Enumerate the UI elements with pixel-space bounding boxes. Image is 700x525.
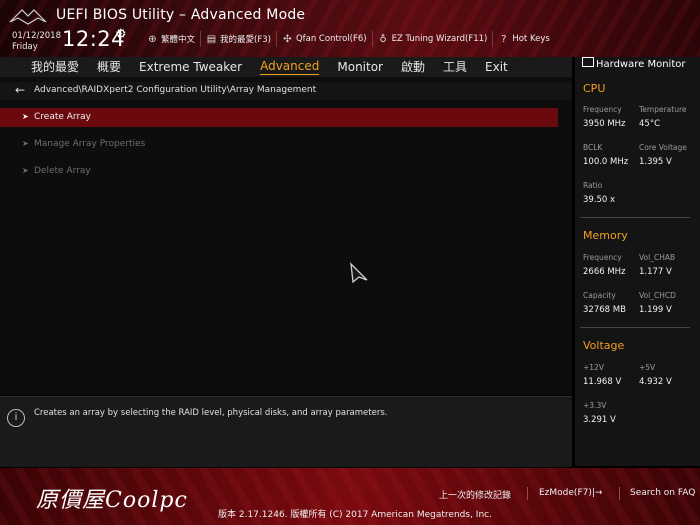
main-tabs: 我的最愛 概要 Extreme Tweaker Advanced Monitor… <box>0 57 572 77</box>
footer-divider <box>527 487 528 500</box>
tab-main[interactable]: 概要 <box>97 58 121 76</box>
tab-exit[interactable]: Exit <box>485 60 508 75</box>
ratio-label: Ratio <box>583 181 603 190</box>
ratio-value: 39.50 x <box>583 195 616 205</box>
hardware-monitor-title: Hardware Monitor <box>575 57 700 71</box>
ez-tuning-wizard-button[interactable]: ♁ EZ Tuning Wizard(F11) <box>371 31 493 47</box>
help-bar: i Creates an array by selecting the RAID… <box>0 396 572 467</box>
tab-monitor[interactable]: Monitor <box>337 60 383 75</box>
bclk-value: 100.0 MHz <box>583 157 629 167</box>
day-text: Friday <box>12 42 38 52</box>
tab-boot[interactable]: 啟動 <box>401 58 425 76</box>
menu-item-create-array[interactable]: ➤ Create Array <box>0 108 558 127</box>
info-icon: i <box>7 409 25 427</box>
v12-label: +12V <box>583 363 604 372</box>
fan-icon: ✣ <box>283 33 292 45</box>
gear-icon[interactable]: ⚙ <box>115 27 127 42</box>
date-text: 01/12/2018 <box>12 31 61 41</box>
question-icon: ? <box>501 33 507 45</box>
vol-chab-value: 1.177 V <box>639 267 672 277</box>
cpu-frequency-value: 3950 MHz <box>583 119 626 129</box>
cpu-heading: CPU <box>583 82 606 95</box>
core-voltage-value: 1.395 V <box>639 157 672 167</box>
chevron-right-icon: ➤ <box>22 139 29 148</box>
menu-item-label: Manage Array Properties <box>34 139 146 149</box>
v33-label: +3.3V <box>583 401 607 410</box>
ezmode-button[interactable]: EzMode(F7)|→ <box>539 488 602 498</box>
language-label: 繁體中文 <box>161 35 196 45</box>
hot-keys-label: Hot Keys <box>512 34 550 44</box>
tab-advanced[interactable]: Advanced <box>260 59 320 75</box>
cpu-temperature-value: 45°C <box>639 119 661 129</box>
v33-value: 3.291 V <box>583 415 616 425</box>
vol-chcd-value: 1.199 V <box>639 305 672 315</box>
v5-label: +5V <box>639 363 656 372</box>
bottom-footer: 原價屋Coolpc 上一次的修改記錄 EzMode(F7)|→ Search o… <box>0 468 700 525</box>
vol-chab-label: Vol_CHAB <box>639 253 676 262</box>
bclk-label: BCLK <box>583 143 603 152</box>
core-voltage-label: Core Voltage <box>639 143 687 152</box>
qfan-control-button[interactable]: ✣ Qfan Control(F6) <box>275 31 372 47</box>
hardware-monitor-panel: Hardware Monitor CPU Frequency 3950 MHz … <box>575 57 700 466</box>
hot-keys-button[interactable]: ? Hot Keys <box>492 31 554 47</box>
footer-divider <box>619 487 620 500</box>
memory-frequency-value: 2666 MHz <box>583 267 626 277</box>
qfan-label: Qfan Control(F6) <box>295 34 367 44</box>
breadcrumb-path: Advanced\RAIDXpert2 Configuration Utilit… <box>34 85 317 95</box>
menu-item-label: Create Array <box>34 112 92 122</box>
hw-divider <box>580 217 690 218</box>
app-title: UEFI BIOS Utility – Advanced Mode <box>56 7 306 23</box>
globe-icon: ⊕ <box>148 33 157 45</box>
ez-tuning-label: EZ Tuning Wizard(F11) <box>391 34 488 44</box>
last-modified-button[interactable]: 上一次的修改記錄 <box>439 488 511 501</box>
date-display[interactable]: 01/12/2018 Friday <box>12 31 61 53</box>
v5-value: 4.932 V <box>639 377 672 387</box>
search-faq-button[interactable]: Search on FAQ <box>630 488 695 498</box>
hardware-monitor-label: Hardware Monitor <box>596 59 686 70</box>
back-arrow-icon[interactable]: ← <box>15 83 25 97</box>
v12-value: 11.968 V <box>583 377 622 387</box>
bulb-icon: ♁ <box>379 33 387 45</box>
main-panel: 我的最愛 概要 Extreme Tweaker Advanced Monitor… <box>0 57 572 395</box>
tab-tool[interactable]: 工具 <box>443 58 467 76</box>
chevron-right-icon: ➤ <box>22 112 29 121</box>
help-text: Creates an array by selecting the RAID l… <box>34 408 388 418</box>
version-text: 版本 2.17.1246. 版權所有 (C) 2017 American Meg… <box>218 510 492 520</box>
breadcrumb: ← Advanced\RAIDXpert2 Configuration Util… <box>0 82 572 100</box>
cpu-temperature-label: Temperature <box>639 105 687 114</box>
vol-chcd-label: Vol_CHCD <box>639 291 676 300</box>
chevron-right-icon: ➤ <box>22 166 29 175</box>
hw-divider <box>580 327 690 328</box>
voltage-heading: Voltage <box>583 339 625 352</box>
menu-item-label: Delete Array <box>34 166 91 176</box>
cpu-frequency-label: Frequency <box>583 105 622 114</box>
favorites-button[interactable]: ▤ 我的最愛(F3) <box>200 31 276 47</box>
menu-item-delete-array[interactable]: ➤ Delete Array <box>0 162 558 181</box>
mouse-cursor-icon <box>350 262 368 284</box>
capacity-label: Capacity <box>583 291 616 300</box>
favorites-label: 我的最愛(F3) <box>220 35 271 45</box>
tab-extreme-tweaker[interactable]: Extreme Tweaker <box>139 60 242 75</box>
top-header: UEFI BIOS Utility – Advanced Mode 01/12/… <box>0 0 700 57</box>
memory-heading: Memory <box>583 229 628 242</box>
capacity-value: 32768 MB <box>583 305 626 315</box>
memory-frequency-label: Frequency <box>583 253 622 262</box>
monitor-icon <box>582 57 594 67</box>
language-button[interactable]: ⊕ 繁體中文 <box>142 31 200 47</box>
coolpc-watermark: 原價屋Coolpc <box>36 488 188 513</box>
header-toolbar: ⊕ 繁體中文 ▤ 我的最愛(F3) ✣ Qfan Control(F6) ♁ E… <box>142 31 555 47</box>
tab-favorites[interactable]: 我的最愛 <box>31 58 79 76</box>
favorites-icon: ▤ <box>206 33 217 45</box>
menu-item-manage-array-properties[interactable]: ➤ Manage Array Properties <box>0 135 558 154</box>
rog-logo-icon <box>9 9 47 25</box>
